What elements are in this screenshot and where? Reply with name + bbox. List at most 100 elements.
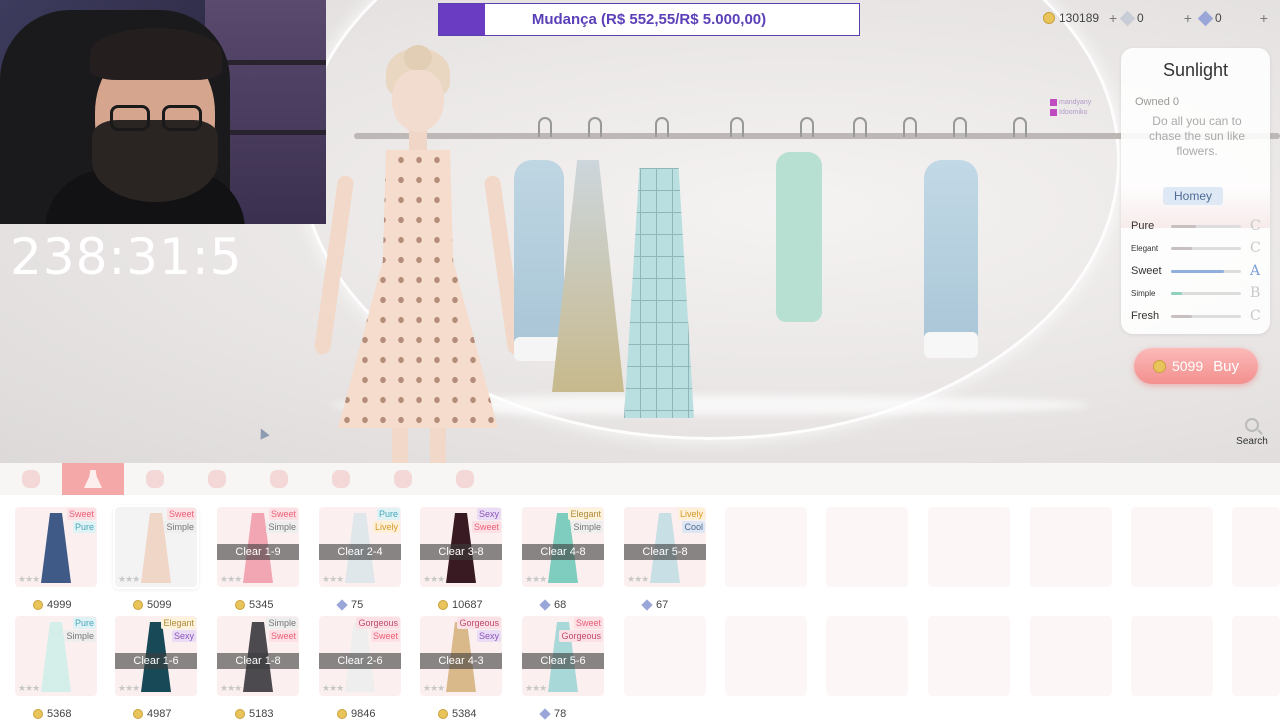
- clothing-item[interactable]: Lively Cool Clear 5-8 ★★★ 67: [624, 507, 706, 611]
- attribute-row-sweet: Sweet A: [1131, 263, 1261, 279]
- diamond-icon: [1197, 10, 1214, 26]
- attribute-bar: [1171, 291, 1241, 295]
- diamond-icon: [641, 599, 653, 611]
- tab-accessory[interactable]: [434, 463, 496, 495]
- empty-item-slot: [1131, 616, 1213, 696]
- rarity-stars-icon: ★★★: [322, 574, 344, 584]
- attribute-bar: [1171, 246, 1241, 250]
- dress-icon: [84, 470, 102, 488]
- coin-icon: [33, 709, 43, 719]
- item-price: 5368: [33, 708, 113, 720]
- style-tag: Sexy: [171, 630, 196, 642]
- item-price-value: 5384: [452, 708, 477, 720]
- style-tag: Gorgeous: [356, 617, 400, 629]
- clothing-item[interactable]: Gorgeous Sexy Clear 4-3 ★★★ 5384: [420, 616, 502, 720]
- clothing-item[interactable]: Gorgeous Sweet Clear 2-6 ★★★ 9846: [319, 616, 401, 720]
- clothing-item[interactable]: Pure Lively Clear 2-4 ★★★ 75: [319, 507, 401, 611]
- item-price: 67: [641, 599, 722, 611]
- owned-count: Owned 0: [1135, 96, 1180, 108]
- style-tag: Pure: [376, 508, 400, 520]
- item-thumbnail: Elegant Simple Clear 4-8 ★★★: [522, 507, 604, 587]
- clothing-item[interactable]: Sweet Pure ★★★ 4999: [15, 507, 97, 611]
- item-price: 5345: [235, 599, 315, 611]
- search-icon: [1245, 418, 1259, 432]
- coin-icon: [337, 709, 347, 719]
- style-tag: Elegant: [568, 508, 603, 520]
- empty-item-slot: [1030, 507, 1112, 587]
- chat-overlay: mandyany Idoomiko: [1050, 98, 1091, 118]
- rarity-stars-icon: ★★★: [423, 574, 445, 584]
- glasses-icon: [110, 105, 206, 133]
- streamer-hair: [90, 28, 222, 80]
- rarity-stars-icon: ★★★: [525, 683, 547, 693]
- clear-requirement-label: Clear 5-8: [624, 544, 706, 560]
- attribute-grade: A: [1250, 263, 1261, 279]
- clothing-item[interactable]: Sexy Sweet Clear 3-8 ★★★ 10687: [420, 507, 502, 611]
- add-coins-button[interactable]: +: [1109, 10, 1117, 26]
- item-grid: Sweet Pure ★★★ 4999 Sweet Simple ★★★ 5099 Sweet S…: [0, 495, 1280, 720]
- diamond-counter: 0 +: [1197, 8, 1268, 28]
- item-price: 5183: [235, 708, 315, 720]
- clear-requirement-label: Clear 2-4: [319, 544, 401, 560]
- add-stamina-button[interactable]: +: [1184, 10, 1192, 26]
- item-price-value: 75: [351, 599, 364, 611]
- clothing-item[interactable]: Simple Sweet Clear 1-8 ★★★ 5183: [217, 616, 299, 720]
- attribute-row-pure: Pure C: [1131, 218, 1261, 234]
- clear-requirement-label: Clear 2-6: [319, 653, 401, 669]
- tab-outerwear[interactable]: [124, 463, 186, 495]
- accessory-icon: [456, 470, 474, 488]
- item-price: 5384: [438, 708, 518, 720]
- bottom-icon: [270, 470, 288, 488]
- search-button[interactable]: Search: [1232, 418, 1272, 447]
- tab-socks[interactable]: [310, 463, 372, 495]
- tab-top[interactable]: [186, 463, 248, 495]
- item-price: 5099: [133, 599, 213, 611]
- item-thumbnail: Simple Sweet Clear 1-8 ★★★: [217, 616, 299, 696]
- shoes-icon: [394, 470, 412, 488]
- rarity-stars-icon: ★★★: [322, 683, 344, 693]
- add-diamonds-button[interactable]: +: [1260, 10, 1268, 26]
- hanger: [853, 117, 867, 137]
- clothing-item[interactable]: Pure Simple ★★★ 5368: [15, 616, 97, 720]
- item-price: 68: [539, 599, 620, 611]
- rarity-stars-icon: ★★★: [118, 683, 140, 693]
- item-description: Do all you can to chase the sun like flo…: [1148, 114, 1246, 158]
- stamina-icon: [1119, 10, 1136, 26]
- clear-requirement-label: Clear 5-6: [522, 653, 604, 669]
- empty-item-slot: [1232, 616, 1280, 696]
- style-tag: Simple: [571, 521, 603, 533]
- rarity-stars-icon: ★★★: [627, 574, 649, 584]
- hanging-denim-vest: [924, 160, 978, 358]
- clothing-item[interactable]: Sweet Gorgeous Clear 5-6 ★★★ 78: [522, 616, 604, 720]
- tab-bottom[interactable]: [248, 463, 310, 495]
- attribute-bar: [1171, 314, 1241, 318]
- clothing-item[interactable]: Elegant Sexy Clear 1-6 ★★★ 4987: [115, 616, 197, 720]
- chat-line: mandyany: [1050, 98, 1091, 108]
- clothing-item[interactable]: Elegant Simple Clear 4-8 ★★★ 68: [522, 507, 604, 611]
- hanging-denim-vest: [514, 160, 564, 361]
- character-face: [392, 70, 444, 132]
- mouse-cursor-icon: [256, 426, 270, 440]
- item-info-card: Sunlight Owned 0 Do all you can to chase…: [1121, 48, 1270, 334]
- buy-button[interactable]: 5099 Buy: [1134, 348, 1258, 384]
- style-tag: Sweet: [268, 508, 298, 520]
- coin-icon: [133, 709, 143, 719]
- attribute-row-simple: Simple B: [1131, 285, 1261, 301]
- style-tag: Lively: [677, 508, 705, 520]
- item-price-value: 78: [554, 708, 567, 720]
- chat-line: Idoomiko: [1050, 108, 1091, 118]
- rarity-stars-icon: ★★★: [18, 683, 40, 693]
- clothing-item[interactable]: Sweet Simple ★★★ 5099: [115, 507, 197, 611]
- item-price-value: 4987: [147, 708, 172, 720]
- tab-dress[interactable]: [62, 463, 124, 495]
- hanger: [903, 117, 917, 137]
- coin-icon: [1043, 12, 1055, 24]
- attribute-name: Fresh: [1131, 310, 1160, 322]
- tab-hair[interactable]: [0, 463, 62, 495]
- coin-icon: [1152, 359, 1166, 373]
- dress-icon: [41, 513, 71, 583]
- empty-item-slot: [928, 507, 1010, 587]
- rarity-stars-icon: ★★★: [525, 574, 547, 584]
- clothing-item[interactable]: Sweet Simple Clear 1-9 ★★★ 5345: [217, 507, 299, 611]
- tab-shoes[interactable]: [372, 463, 434, 495]
